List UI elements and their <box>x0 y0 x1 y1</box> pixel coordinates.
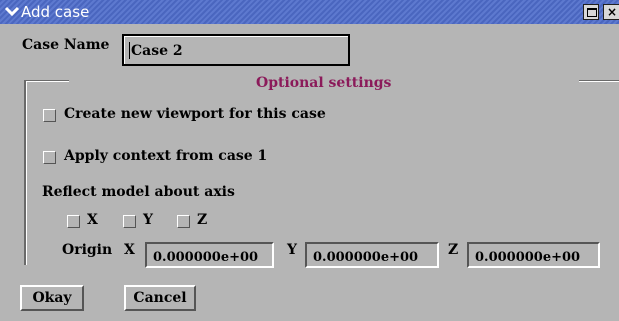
origin-label: Origin <box>62 242 113 258</box>
text-cursor <box>129 42 130 59</box>
apply-context-label[interactable]: Apply context from case 1 <box>64 148 267 164</box>
maximize-icon[interactable] <box>583 4 599 20</box>
reflect-x-label[interactable]: X <box>87 212 98 228</box>
add-case-dialog: Add case × Case Name Case 2 Optional set… <box>0 0 619 321</box>
reflect-x-checkbox[interactable] <box>67 215 80 228</box>
reflect-y-label[interactable]: Y <box>143 212 153 228</box>
origin-y-value: 0.000000e+00 <box>313 250 419 265</box>
title-bar[interactable]: Add case × <box>0 0 619 24</box>
optional-settings-title: Optional settings <box>256 75 392 91</box>
chevron-down-icon[interactable] <box>4 3 20 19</box>
case-name-input[interactable]: Case 2 <box>122 34 350 66</box>
reflect-axis-label: Reflect model about axis <box>42 184 235 200</box>
close-icon[interactable]: × <box>603 4 619 20</box>
cancel-button[interactable]: Cancel <box>124 285 196 311</box>
origin-x-label: X <box>124 242 135 258</box>
origin-x-input[interactable]: 0.000000e+00 <box>145 242 274 268</box>
origin-z-input[interactable]: 0.000000e+00 <box>467 242 600 268</box>
create-viewport-checkbox[interactable] <box>43 109 56 122</box>
window-title: Add case <box>21 3 90 21</box>
apply-context-checkbox[interactable] <box>43 151 56 164</box>
origin-z-label: Z <box>448 242 459 258</box>
case-name-label: Case Name <box>22 37 110 53</box>
origin-z-value: 0.000000e+00 <box>475 250 581 265</box>
create-viewport-label[interactable]: Create new viewport for this case <box>64 106 326 122</box>
reflect-y-checkbox[interactable] <box>123 215 136 228</box>
reflect-z-checkbox[interactable] <box>177 215 190 228</box>
origin-x-value: 0.000000e+00 <box>153 250 259 265</box>
origin-y-input[interactable]: 0.000000e+00 <box>305 242 439 268</box>
case-name-value: Case 2 <box>131 43 183 59</box>
origin-y-label: Y <box>287 242 297 258</box>
reflect-z-label[interactable]: Z <box>197 212 207 228</box>
okay-button[interactable]: Okay <box>20 285 84 311</box>
